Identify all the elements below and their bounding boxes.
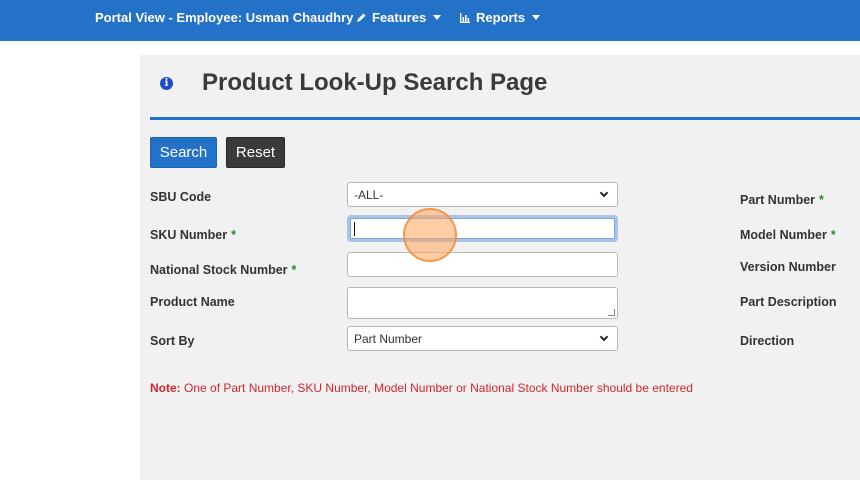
resize-handle-icon[interactable]	[608, 309, 615, 316]
note-prefix: Note:	[150, 381, 181, 395]
sort-by-value: Part Number	[354, 331, 423, 346]
portal-title: Portal View - Employee: Usman Chaudhry	[95, 10, 354, 25]
part-description-label: Part Description	[740, 295, 837, 309]
sku-number-label-text: SKU Number	[150, 228, 228, 242]
sort-by-label-text: Sort By	[150, 334, 195, 348]
reset-button[interactable]: Reset	[226, 137, 285, 168]
sbu-code-label: SBU Code	[150, 190, 211, 204]
reports-label: Reports	[476, 10, 526, 25]
version-number-label: Version Number	[740, 260, 836, 274]
product-name-textarea[interactable]	[347, 287, 618, 319]
features-menu[interactable]: Features	[355, 10, 442, 25]
text-cursor	[354, 222, 355, 236]
chevron-down-icon	[532, 15, 541, 20]
chevron-down-icon	[599, 332, 609, 341]
info-icon: i	[160, 77, 173, 90]
product-name-label-text: Product Name	[150, 295, 235, 309]
model-number-label-text: Model Number	[740, 228, 827, 242]
sbu-code-label-text: SBU Code	[150, 190, 212, 204]
chevron-down-icon	[599, 188, 609, 197]
sort-by-select[interactable]: Part Number	[347, 326, 618, 351]
version-number-label-text: Version Number	[740, 260, 836, 274]
required-marker: *	[819, 193, 824, 207]
top-navbar: Portal View - Employee: Usman Chaudhry F…	[0, 0, 860, 41]
click-indicator	[403, 208, 457, 262]
search-button[interactable]: Search	[150, 137, 217, 168]
note-text: One of Part Number, SKU Number, Model Nu…	[180, 381, 693, 395]
chevron-down-icon	[433, 15, 442, 20]
product-name-label: Product Name	[150, 295, 235, 309]
national-stock-number-label-text: National Stock Number	[150, 263, 288, 277]
national-stock-number-input[interactable]	[347, 252, 618, 277]
sku-number-label: SKU Number *	[150, 228, 236, 242]
sort-by-label: Sort By	[150, 334, 194, 348]
required-marker: *	[231, 228, 236, 242]
national-stock-number-label: National Stock Number *	[150, 263, 296, 277]
part-description-label-text: Part Description	[740, 295, 837, 309]
part-number-label: Part Number *	[740, 193, 824, 207]
sbu-code-select[interactable]: -ALL-	[347, 182, 618, 207]
bar-chart-icon	[460, 12, 470, 23]
sku-number-input[interactable]	[347, 215, 618, 242]
page-title: Product Look-Up Search Page	[202, 69, 548, 96]
title-divider	[150, 117, 860, 120]
validation-note: Note: One of Part Number, SKU Number, Mo…	[150, 381, 693, 395]
part-number-label-text: Part Number	[740, 193, 816, 207]
required-marker: *	[291, 263, 297, 277]
required-marker: *	[830, 228, 836, 242]
features-label: Features	[372, 10, 427, 25]
direction-label: Direction	[740, 334, 794, 348]
model-number-label: Model Number *	[740, 228, 836, 242]
direction-label-text: Direction	[740, 334, 795, 348]
pencil-icon	[357, 13, 366, 22]
reports-menu[interactable]: Reports	[459, 10, 541, 25]
sbu-code-value: -ALL-	[354, 187, 384, 202]
